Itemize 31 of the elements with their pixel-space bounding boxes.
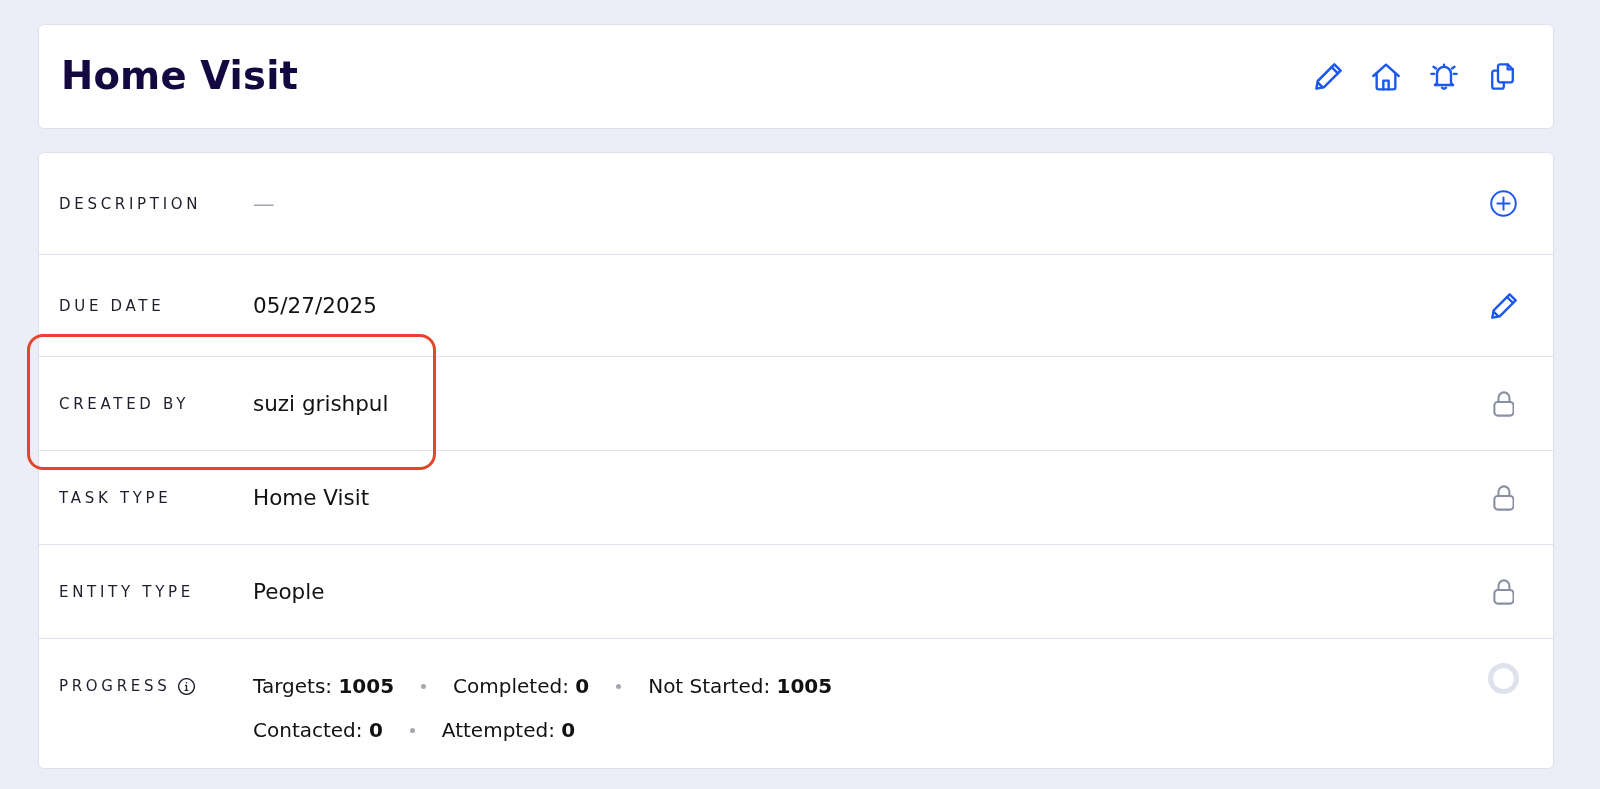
info-icon[interactable] xyxy=(178,677,196,695)
field-label: DESCRIPTION xyxy=(59,194,203,213)
pencil-icon xyxy=(1490,292,1517,319)
field-value: Home Visit xyxy=(253,485,370,510)
progress-stat: Not Started: 1005 xyxy=(648,673,833,700)
field-label: TASK TYPE xyxy=(59,488,173,507)
plus-circle-icon xyxy=(1490,190,1517,217)
progress-stat: Completed: 0 xyxy=(453,673,590,700)
field-value: 05/27/2025 xyxy=(253,293,377,318)
progress-stat: Contacted: 0 xyxy=(253,717,383,744)
field-label: DUE DATE xyxy=(59,296,166,315)
field-label: ENTITY TYPE xyxy=(59,582,195,601)
field-label: PROGRESS xyxy=(59,677,171,695)
pencil-icon xyxy=(1314,63,1342,90)
ring-icon xyxy=(1488,663,1519,694)
separator-dot-icon xyxy=(616,683,622,689)
empty-value-dash: — xyxy=(253,191,275,216)
separator-dot-icon xyxy=(409,727,415,733)
progress-stat: Attempted: 0 xyxy=(441,717,576,744)
lock-icon xyxy=(1492,484,1515,511)
house-icon xyxy=(1372,62,1400,91)
field-value: suzi grishpul xyxy=(253,391,389,416)
field-label: CREATED BY xyxy=(59,394,191,413)
field-value: People xyxy=(253,579,325,604)
bell-icon xyxy=(1430,62,1458,91)
progress-stat: Targets: 1005 xyxy=(253,673,395,700)
copy-icon xyxy=(1488,63,1516,90)
lock-icon xyxy=(1492,578,1515,605)
page-title: Home Visit xyxy=(61,53,299,100)
lock-icon xyxy=(1492,390,1515,417)
separator-dot-icon xyxy=(421,683,427,689)
